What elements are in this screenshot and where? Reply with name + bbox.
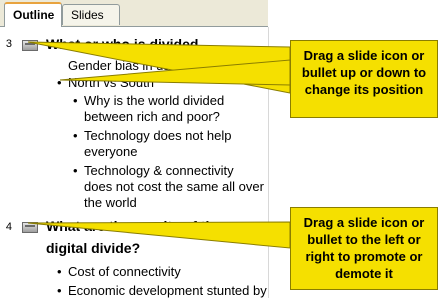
callout-pointer-slide-icon-2 [27,221,291,249]
tab-outline[interactable]: Outline [4,2,62,27]
callout-reorder: Drag a slide icon or bullet up or down t… [290,40,438,118]
callout-promote-demote: Drag a slide icon or bullet to the left … [290,207,438,290]
